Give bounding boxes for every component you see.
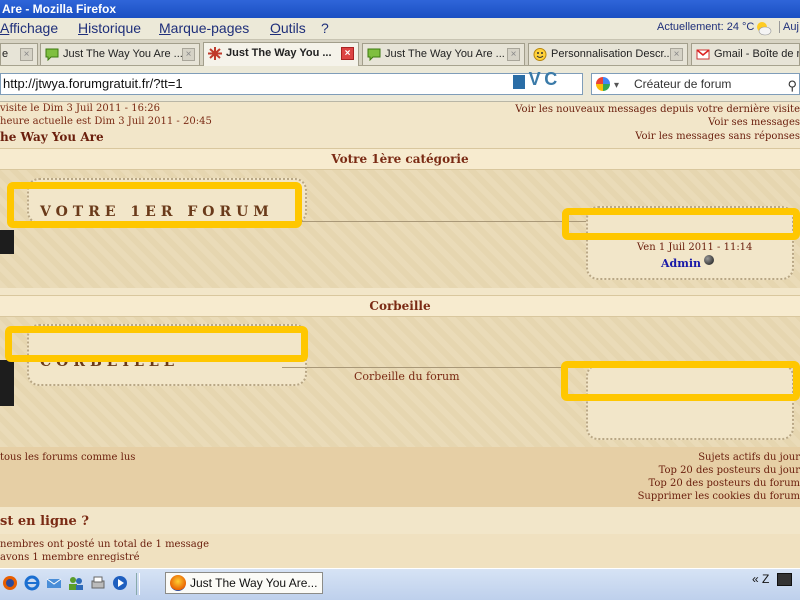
tab-5[interactable]: Gmail - Boîte de ré <box>691 43 800 65</box>
verify-v-icon[interactable]: V <box>529 69 541 89</box>
quick-launch-divider <box>136 573 140 595</box>
menu-marque-pages[interactable]: Marque-pages <box>159 20 249 36</box>
go-to-last-post-icon[interactable] <box>704 255 714 265</box>
tab-0[interactable]: e × <box>0 43 38 65</box>
window-title: Are - Mozilla Firefox <box>2 2 117 16</box>
windows-taskbar: Just The Way You Are... « Z <box>0 568 800 600</box>
firefox-launch-icon[interactable] <box>2 575 18 591</box>
chevron-down-icon[interactable]: ▾ <box>614 76 619 96</box>
last-post-date: Ven 1 Juil 2011 - 11:14 <box>637 242 753 253</box>
highlight-scribble <box>562 208 800 240</box>
forum-flower-icon <box>208 47 222 60</box>
search-engine-label: Créateur de forum <box>634 77 732 91</box>
last-visit-text: visite le Dim 3 Juil 2011 - 16:26 <box>0 103 161 114</box>
category-title[interactable]: Votre 1ère catégorie <box>331 152 468 166</box>
category-header-2: Corbeille <box>0 295 800 317</box>
tab-4[interactable]: Personnalisation Descr... × <box>528 43 688 65</box>
tab-close-icon[interactable]: × <box>507 48 520 61</box>
today-forecast[interactable]: Auj <box>779 21 799 33</box>
firefox-icon <box>170 575 186 591</box>
no-reply-link[interactable]: Voir les messages sans réponses <box>635 131 800 142</box>
reload-icon[interactable]: C <box>544 69 557 89</box>
online-stats-line: nembres ont posté un total de 1 message <box>0 539 210 550</box>
url-input[interactable]: http://jtwya.forumgratuit.fr/?tt=1 <box>0 73 583 95</box>
media-player-icon[interactable] <box>112 575 128 591</box>
mail-icon[interactable] <box>46 575 62 591</box>
highlight-scribble <box>561 361 800 401</box>
weather-sun-cloud-icon <box>757 22 772 36</box>
tab-label: Gmail - Boîte de ré <box>714 48 800 60</box>
category-header-1: Votre 1ère catégorie <box>0 148 800 170</box>
tab-2-active[interactable]: Just The Way You ... × <box>203 42 359 66</box>
menu-accelerator-letter: M <box>159 20 171 36</box>
menu-accelerator-letter: A <box>0 20 10 36</box>
last-post-user-link[interactable]: Admin <box>661 257 701 270</box>
menu-affichage[interactable]: Affichage <box>0 20 58 36</box>
gmail-icon <box>696 49 710 60</box>
smiley-icon <box>533 48 547 61</box>
top-posters-forum-link[interactable]: Top 20 des posteurs du forum <box>649 478 800 489</box>
google-search-icon[interactable] <box>596 77 610 91</box>
tab-close-icon[interactable]: × <box>341 47 354 60</box>
tab-close-icon[interactable]: × <box>182 48 195 61</box>
menu-accelerator-letter: H <box>78 20 89 36</box>
search-input[interactable]: ▾ Créateur de forum ⚲ <box>591 73 800 95</box>
highlight-scribble <box>5 326 308 362</box>
online-stats-line: avons 1 membre enregistré <box>0 552 140 563</box>
site-title[interactable]: he Way You Are <box>0 130 104 144</box>
tab-close-icon[interactable]: × <box>20 48 33 61</box>
url-text: http://jtwya.forumgratuit.fr/?tt=1 <box>3 76 183 91</box>
menu-historique[interactable]: Historique <box>78 20 141 36</box>
highlight-scribble <box>7 182 302 228</box>
tab-1[interactable]: Just The Way You Are ... × <box>40 43 200 65</box>
menu-accelerator-letter: O <box>270 20 281 36</box>
monitor-icon[interactable] <box>776 573 792 587</box>
forum-status-icon <box>0 360 14 406</box>
taskbar-window-button[interactable]: Just The Way You Are... <box>165 572 323 594</box>
menu-bar: Affichage Historique Marque-pages Outils… <box>0 18 800 40</box>
menu-outils[interactable]: Outils <box>270 20 306 36</box>
current-time-text: heure actuelle est Dim 3 Juil 2011 - 20:… <box>0 116 212 127</box>
whos-online-header: st en ligne ? <box>0 514 89 529</box>
navigation-bar: http://jtwya.forumgratuit.fr/?tt=1 V C ▾… <box>0 66 800 102</box>
your-messages-link[interactable]: Voir ses messages <box>708 117 800 128</box>
category-title[interactable]: Corbeille <box>369 299 430 313</box>
tab-bar: e × Just The Way You Are ... × Just The … <box>0 40 800 66</box>
system-tray[interactable]: « Z <box>752 572 792 587</box>
bookmark-blue-icon[interactable] <box>513 74 525 89</box>
tab-label: Just The Way You ... <box>226 47 332 59</box>
printer-icon[interactable] <box>90 575 106 591</box>
new-messages-link[interactable]: Voir les nouveaux messages depuis votre … <box>515 104 800 115</box>
menu-help[interactable]: ? <box>321 20 329 36</box>
internet-explorer-icon[interactable] <box>24 575 40 591</box>
tab-label: Just The Way You Are ... <box>385 48 505 60</box>
speech-bubble-icon <box>45 48 59 61</box>
mark-all-read-link[interactable]: tous les forums comme lus <box>0 452 135 463</box>
weather-status[interactable]: Actuellement: 24 °C <box>657 21 754 33</box>
forum-page: visite le Dim 3 Juil 2011 - 16:26 heure … <box>0 102 800 568</box>
tray-expand-text[interactable]: « Z <box>752 572 769 586</box>
users-icon[interactable] <box>68 575 84 591</box>
tab-close-icon[interactable]: × <box>670 48 683 61</box>
forum-description: Corbeille du forum <box>354 370 460 383</box>
url-bar-addon-icons[interactable]: V C <box>513 69 557 90</box>
speech-bubble-icon <box>367 48 381 61</box>
tab-label: Just The Way You Are ... <box>63 48 183 60</box>
window-title-bar: Are - Mozilla Firefox <box>0 0 800 18</box>
active-topics-link[interactable]: Sujets actifs du jour <box>698 452 800 463</box>
forum-status-icon <box>0 230 14 254</box>
delete-cookies-link[interactable]: Supprimer les cookies du forum <box>638 491 800 502</box>
tab-3[interactable]: Just The Way You Are ... × <box>362 43 525 65</box>
taskbar-window-label: Just The Way You Are... <box>190 576 318 590</box>
tab-label: Personnalisation Descr... <box>551 48 673 60</box>
tab-label: e <box>2 48 9 60</box>
top-posters-day-link[interactable]: Top 20 des posteurs du jour <box>659 465 800 476</box>
magnifier-icon[interactable]: ⚲ <box>787 76 797 96</box>
